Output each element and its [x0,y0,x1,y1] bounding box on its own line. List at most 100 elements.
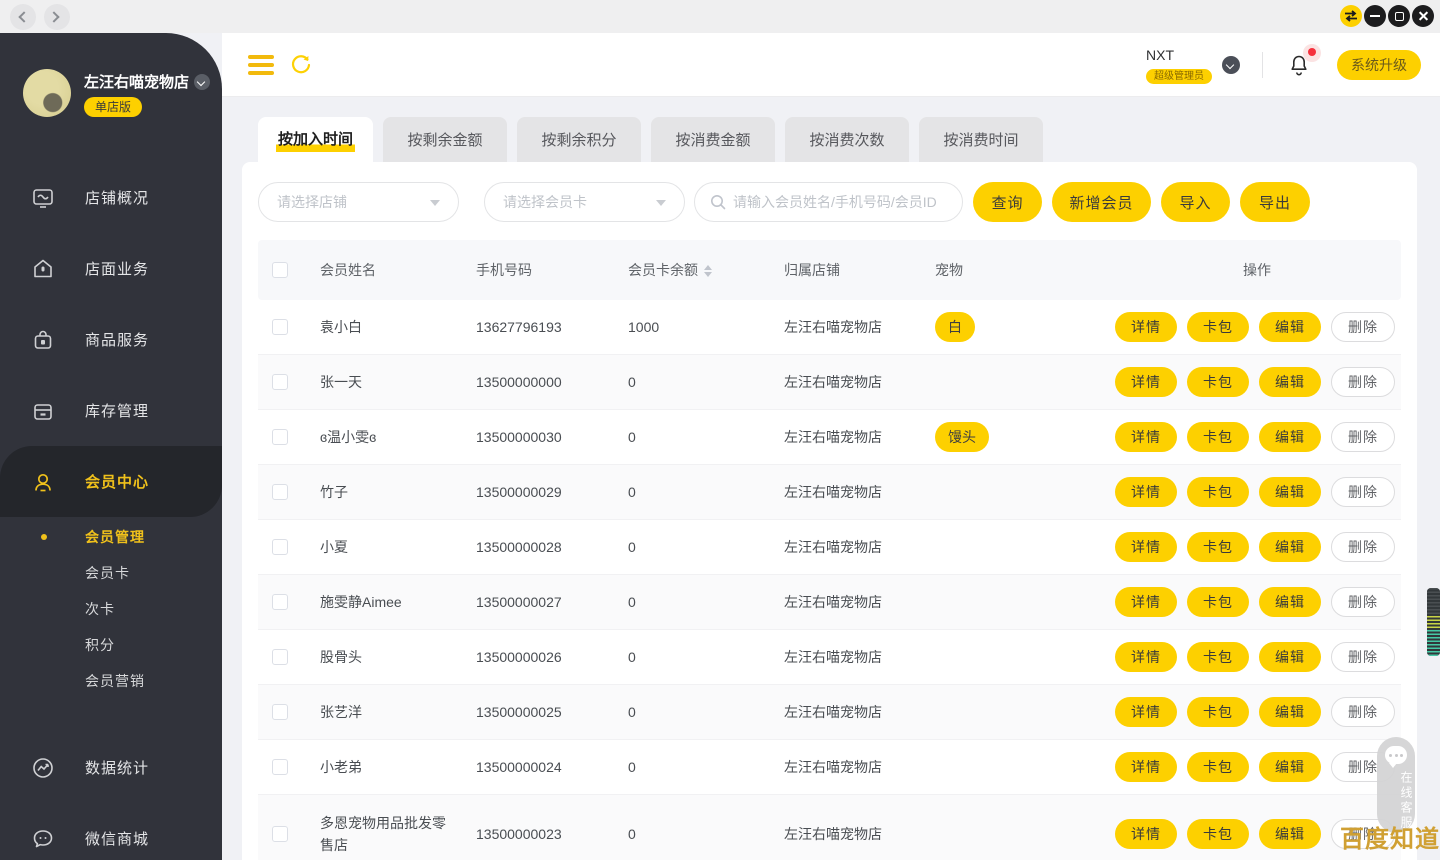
submenu-item-points[interactable]: 积分 [0,627,222,663]
nav-back-button[interactable] [10,4,36,30]
detail-button[interactable]: 详情 [1115,312,1177,342]
edit-button[interactable]: 编辑 [1259,422,1321,452]
row-checkbox[interactable] [272,759,288,775]
sidebar-item-inventory[interactable]: 库存管理 [0,375,222,446]
member-center-submenu: 会员管理 会员卡 次卡 积分 会员营销 [0,519,222,699]
edit-button[interactable]: 编辑 [1259,477,1321,507]
delete-button[interactable]: 删除 [1331,532,1395,562]
store-select[interactable]: 请选择店铺 [258,182,459,222]
refresh-button[interactable] [290,54,312,76]
notifications-button[interactable] [1285,50,1315,80]
row-checkbox[interactable] [272,594,288,610]
member-card-select[interactable]: 请选择会员卡 [484,182,685,222]
edit-button[interactable]: 编辑 [1259,752,1321,782]
row-actions: 详情卡包编辑删除 [1115,532,1401,562]
card-pack-button[interactable]: 卡包 [1187,422,1249,452]
submenu-item-member-management[interactable]: 会员管理 [0,519,222,555]
submenu-item-member-card[interactable]: 会员卡 [0,555,222,591]
row-checkbox[interactable] [272,704,288,720]
row-checkbox[interactable] [272,539,288,555]
row-checkbox[interactable] [272,429,288,445]
card-pack-button[interactable]: 卡包 [1187,477,1249,507]
tab-6[interactable]: 按消费时间 [919,117,1043,162]
delete-button[interactable]: 删除 [1331,697,1395,727]
detail-button[interactable]: 详情 [1115,367,1177,397]
sidebar-item-label: 会员中心 [85,471,149,492]
sidebar-item-wechat-mall[interactable]: 微信商城 [0,803,222,860]
sidebar-item-goods-services[interactable]: 商品服务 [0,304,222,375]
submenu-item-punch-card[interactable]: 次卡 [0,591,222,627]
edit-button[interactable]: 编辑 [1259,367,1321,397]
detail-button[interactable]: 详情 [1115,642,1177,672]
pet-tag[interactable]: 白 [935,312,975,342]
nav-forward-button[interactable] [44,4,70,30]
store-avatar[interactable] [23,69,71,117]
tab-1[interactable]: 按加入时间 [258,117,373,162]
member-store: 左汪右喵宠物店 [784,592,935,612]
card-pack-button[interactable]: 卡包 [1187,367,1249,397]
sidebar-item-store-business[interactable]: 店面业务 [0,233,222,304]
sidebar-item-shop-overview[interactable]: 店铺概况 [0,162,222,233]
delete-button[interactable]: 删除 [1331,367,1395,397]
edit-button[interactable]: 编辑 [1259,312,1321,342]
card-pack-button[interactable]: 卡包 [1187,697,1249,727]
card-pack-button[interactable]: 卡包 [1187,819,1249,849]
select-all-checkbox[interactable] [272,262,288,278]
tab-2[interactable]: 按剩余金额 [383,117,507,162]
sidebar-item-data-statistics[interactable]: 数据统计 [0,732,222,803]
card-pack-button[interactable]: 卡包 [1187,752,1249,782]
row-checkbox[interactable] [272,649,288,665]
detail-button[interactable]: 详情 [1115,532,1177,562]
theme-swap-button[interactable] [1340,5,1362,27]
column-header-balance[interactable]: 会员卡余额 [628,260,784,280]
minimize-button[interactable] [1364,5,1386,27]
delete-button[interactable]: 删除 [1331,312,1395,342]
maximize-button[interactable] [1388,5,1410,27]
edit-button[interactable]: 编辑 [1259,587,1321,617]
detail-button[interactable]: 详情 [1115,819,1177,849]
member-search-input[interactable] [733,194,950,210]
submenu-item-member-marketing[interactable]: 会员营销 [0,663,222,699]
detail-button[interactable]: 详情 [1115,587,1177,617]
detail-button[interactable]: 详情 [1115,477,1177,507]
tab-3[interactable]: 按剩余积分 [517,117,641,162]
edit-button[interactable]: 编辑 [1259,532,1321,562]
row-checkbox[interactable] [272,484,288,500]
scrollbar-thumb[interactable] [1427,588,1440,656]
delete-button[interactable]: 删除 [1331,587,1395,617]
card-pack-button[interactable]: 卡包 [1187,532,1249,562]
collapse-menu-button[interactable] [248,55,274,75]
close-button[interactable] [1412,5,1434,27]
user-menu-caret-icon[interactable] [1222,56,1240,74]
import-button[interactable]: 导入 [1161,182,1230,222]
export-button[interactable]: 导出 [1240,182,1310,222]
add-member-button[interactable]: 新增会员 [1052,182,1151,222]
member-pets: 白 [935,312,1115,342]
sidebar-item-member-center[interactable]: 会员中心 [0,446,222,517]
card-pack-button[interactable]: 卡包 [1187,587,1249,617]
query-button[interactable]: 查询 [973,182,1042,222]
tab-5[interactable]: 按消费次数 [785,117,909,162]
delete-button[interactable]: 删除 [1331,422,1395,452]
detail-button[interactable]: 详情 [1115,422,1177,452]
delete-button[interactable]: 删除 [1331,477,1395,507]
detail-button[interactable]: 详情 [1115,697,1177,727]
card-pack-button[interactable]: 卡包 [1187,642,1249,672]
tab-4[interactable]: 按消费金额 [651,117,775,162]
edit-button[interactable]: 编辑 [1259,819,1321,849]
row-checkbox[interactable] [272,826,288,842]
edit-button[interactable]: 编辑 [1259,642,1321,672]
store-switch-caret-icon[interactable] [194,74,210,90]
edit-button[interactable]: 编辑 [1259,697,1321,727]
submenu-item-label: 积分 [85,635,115,655]
user-block[interactable]: NXT 超级管理员 [1146,47,1212,84]
row-checkbox[interactable] [272,319,288,335]
delete-button[interactable]: 删除 [1331,642,1395,672]
submenu-item-label: 会员营销 [85,671,145,691]
card-pack-button[interactable]: 卡包 [1187,312,1249,342]
pet-tag[interactable]: 馒头 [935,422,989,452]
sort-icon[interactable] [704,265,712,277]
system-upgrade-button[interactable]: 系统升级 [1337,50,1421,80]
detail-button[interactable]: 详情 [1115,752,1177,782]
row-checkbox[interactable] [272,374,288,390]
